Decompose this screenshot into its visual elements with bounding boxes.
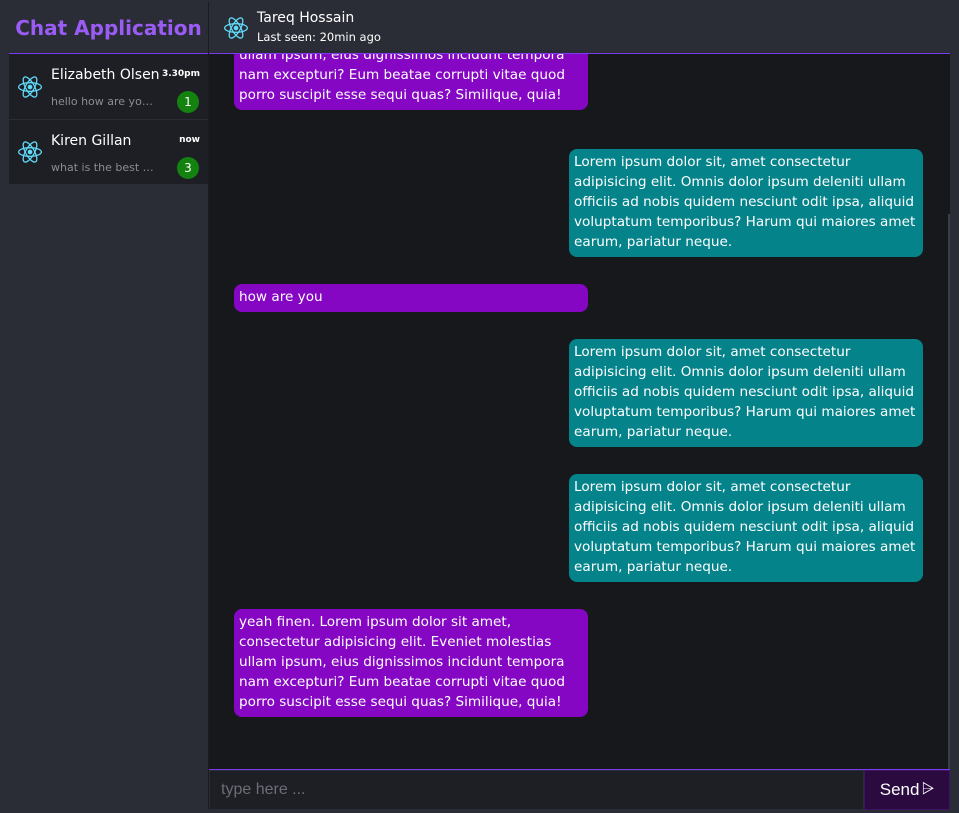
react-icon bbox=[223, 16, 249, 39]
message-composer: Send⩥ bbox=[209, 769, 950, 810]
react-icon bbox=[17, 141, 43, 163]
message-input[interactable] bbox=[209, 770, 864, 810]
unread-badge: 3 bbox=[177, 157, 199, 179]
message-outgoing: Lorem ipsum dolor sit, amet consectetur … bbox=[569, 339, 923, 447]
scrollbar[interactable] bbox=[948, 214, 950, 769]
unread-badge: 1 bbox=[177, 91, 199, 113]
last-seen-status: Last seen: 20min ago bbox=[257, 29, 381, 44]
contact-body: Kiren Gillan now what is the best way to… bbox=[51, 120, 200, 184]
chat-header-info: Tareq Hossain Last seen: 20min ago bbox=[257, 9, 381, 44]
contact-preview: hello how are you doing bbox=[51, 95, 157, 108]
contact-time: now bbox=[179, 135, 200, 145]
send-label: Send bbox=[879, 780, 920, 799]
contact-name: Elizabeth Olsen bbox=[51, 67, 160, 83]
contact-item[interactable]: Kiren Gillan now what is the best way to… bbox=[9, 119, 208, 184]
contact-time: 3.30pm bbox=[161, 69, 200, 79]
message-outgoing: Lorem ipsum dolor sit, amet consectetur … bbox=[569, 474, 923, 582]
contact-name: Kiren Gillan bbox=[51, 133, 132, 149]
chat-header: Tareq Hossain Last seen: 20min ago bbox=[209, 2, 950, 54]
chat-app: Chat Application Elizabeth Olsen 3.30pm … bbox=[9, 2, 950, 810]
chat-contact-name: Tareq Hossain bbox=[257, 9, 355, 26]
contact-preview: what is the best way to learn bbox=[51, 161, 157, 174]
message-incoming: how are you bbox=[234, 284, 588, 312]
message-outgoing: Lorem ipsum dolor sit, amet consectetur … bbox=[569, 149, 923, 257]
contact-item[interactable]: Elizabeth Olsen 3.30pm hello how are you… bbox=[9, 54, 208, 119]
sidebar: Chat Application Elizabeth Olsen 3.30pm … bbox=[9, 2, 209, 810]
send-button[interactable]: Send ⩥ bbox=[864, 770, 950, 810]
message-incoming: yeah finen. Lorem ipsum dolor sit amet, … bbox=[234, 54, 588, 110]
react-icon bbox=[17, 75, 43, 98]
message-list[interactable]: yeah finen. Lorem ipsum dolor sit amet, … bbox=[209, 54, 950, 769]
message-incoming: yeah finen. Lorem ipsum dolor sit amet, … bbox=[234, 609, 588, 717]
chat-panel: Tareq Hossain Last seen: 20min ago yeah … bbox=[209, 2, 950, 810]
contact-body: Elizabeth Olsen 3.30pm hello how are you… bbox=[51, 54, 200, 119]
app-title: Chat Application bbox=[9, 2, 208, 54]
send-arrow-icon: ⩥ bbox=[921, 781, 935, 798]
